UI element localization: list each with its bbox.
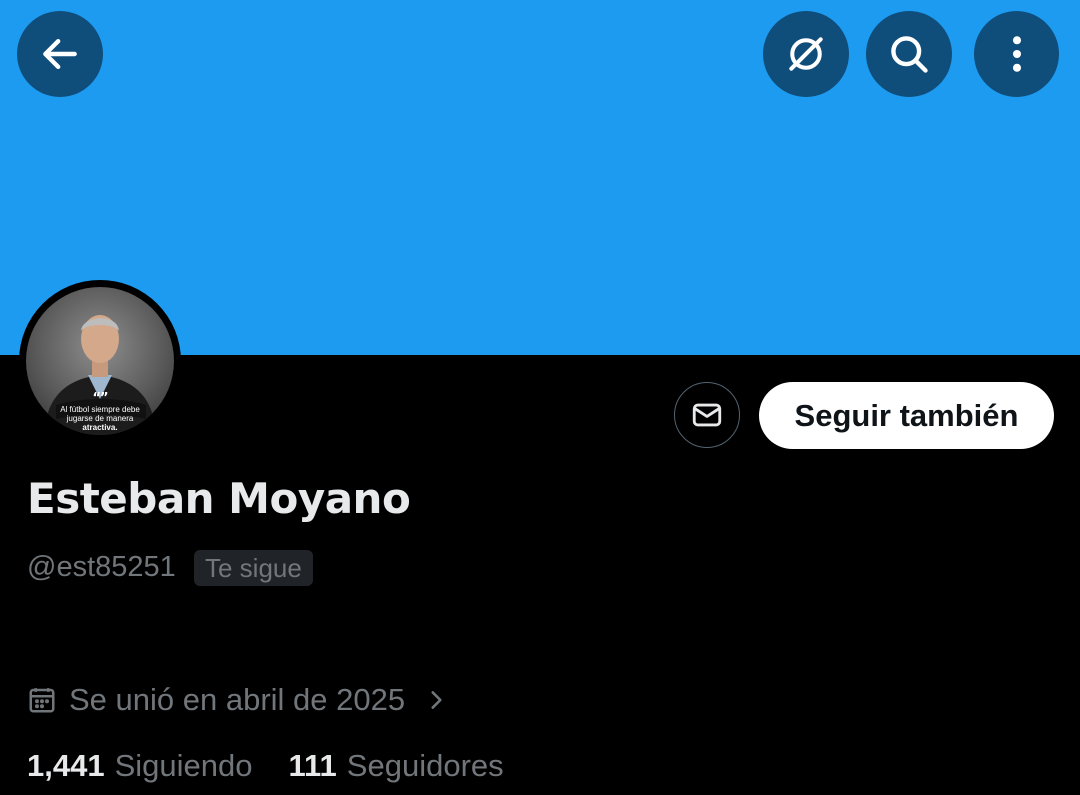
quote-line: atractiva. bbox=[82, 423, 118, 432]
search-button[interactable] bbox=[866, 11, 952, 97]
chevron-right-icon bbox=[431, 691, 442, 709]
avatar[interactable]: “” Al fútbol siempre debe jugarse de man… bbox=[19, 280, 181, 442]
avatar-image: “” Al fútbol siempre debe jugarse de man… bbox=[26, 287, 174, 435]
arrow-left-icon bbox=[43, 38, 77, 70]
search-icon bbox=[891, 36, 928, 73]
followers-link[interactable]: 111 Seguidores bbox=[288, 748, 503, 784]
followers-label: Seguidores bbox=[346, 748, 504, 783]
followers-count: 111 bbox=[288, 748, 337, 783]
profile-name: Esteban Moyano bbox=[27, 474, 411, 523]
following-count: 1,441 bbox=[27, 748, 105, 783]
joined-date-row[interactable]: Se unió en abril de 2025 bbox=[27, 680, 449, 720]
quote-line: Al fútbol siempre debe bbox=[60, 405, 140, 414]
follows-you-badge: Te sigue bbox=[194, 550, 313, 586]
quote-mark: “” bbox=[92, 391, 108, 406]
mail-icon bbox=[692, 403, 722, 427]
more-options-button[interactable] bbox=[974, 11, 1059, 97]
grok-icon bbox=[789, 37, 823, 71]
profile-stats: 1,441 Siguiendo 111 Seguidores bbox=[27, 748, 540, 784]
profile-handle: @est85251 bbox=[27, 551, 176, 583]
quote-line: jugarse de manera bbox=[66, 414, 134, 423]
following-label: Siguiendo bbox=[114, 748, 253, 783]
following-link[interactable]: 1,441 Siguiendo bbox=[27, 748, 252, 784]
grok-button[interactable] bbox=[763, 11, 849, 97]
follow-back-button[interactable]: Seguir también bbox=[759, 382, 1054, 449]
message-button[interactable] bbox=[674, 382, 740, 448]
joined-date-text: Se unió en abril de 2025 bbox=[69, 682, 406, 717]
calendar-icon bbox=[29, 688, 55, 713]
back-button[interactable] bbox=[17, 11, 103, 97]
more-vertical-icon bbox=[1012, 36, 1021, 72]
